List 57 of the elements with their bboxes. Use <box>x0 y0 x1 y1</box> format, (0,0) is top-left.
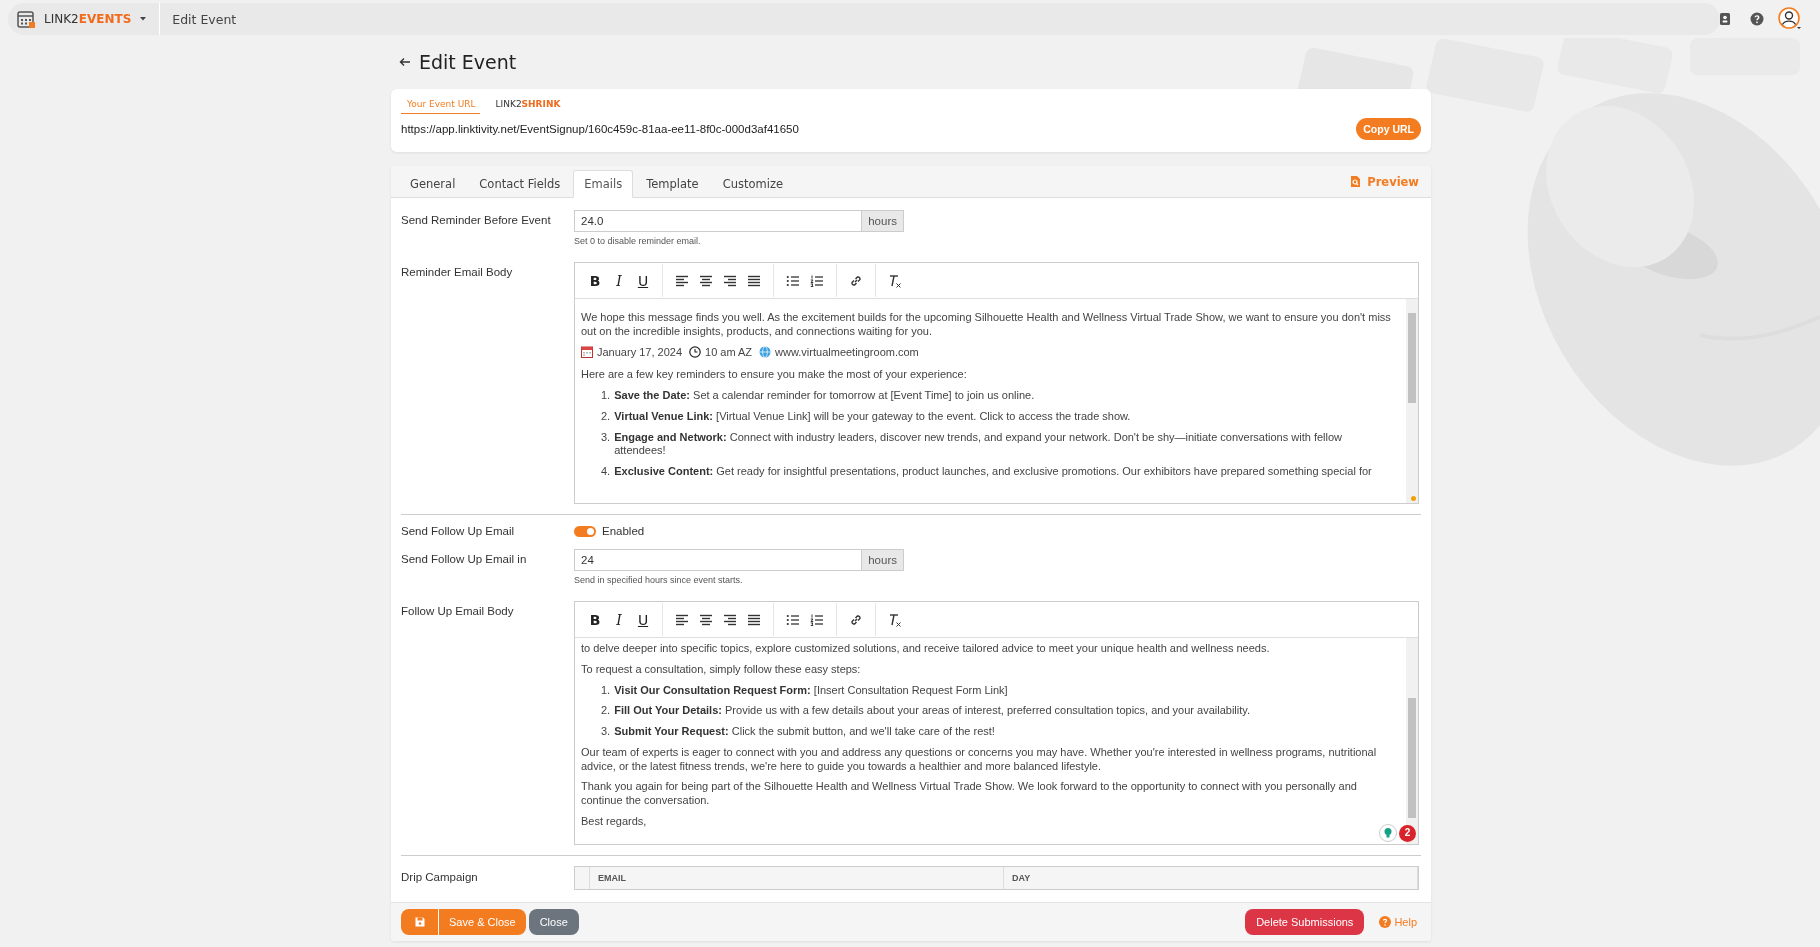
toggle-label: Enabled <box>602 525 645 537</box>
list-item-text: Exclusive Content: Get ready for insightful presentations, product launches, and exclusive promotions. Our exhibitors have prepared something special for <box>614 465 1372 479</box>
hours-field[interactable]: 24.0 <box>574 210 862 232</box>
field-label: Drip Campaign <box>401 870 479 885</box>
list-item-text: Save the Date: Set a calendar reminder for tomorrow at [Event Time] to join us online. <box>614 389 1035 403</box>
field-label: Send Follow Up Email <box>401 525 516 537</box>
list-number: 1. <box>601 683 611 698</box>
event-time: 10 am AZ <box>705 345 753 360</box>
tab[interactable]: Contact Fields <box>468 170 572 198</box>
event-url: https://app.linktivity.net/EventSignup/160c459c-81aa-ee11-8f0c-000d3af41650 <box>401 123 800 135</box>
hours-field[interactable]: 24 <box>574 549 862 571</box>
list-number: 3. <box>601 430 611 445</box>
delete-submissions-button[interactable]: Delete Submissions <box>1245 909 1365 935</box>
tab[interactable]: General <box>399 170 467 198</box>
unit-label: hours <box>861 210 904 232</box>
event-date: January 17, 2024 <box>597 345 682 360</box>
italic-button[interactable]: I <box>607 272 631 289</box>
page-title: Edit Event <box>419 51 517 73</box>
list-item-text: Submit Your Request: Click the submit button, and we'll take care of the rest! <box>614 725 995 739</box>
event-website: www.virtualmeetingroom.com <box>775 345 919 360</box>
bold-button[interactable]: B <box>583 272 607 289</box>
unit-label: hours <box>861 549 904 571</box>
paragraph: Our team of experts is eager to connect with you and address any questions or concerns you may have. Whether you're interested in wellness programs, nutritional advice, or the latest fitness trends, we're here to guide you towards a healthier and more balanced lifestyle. <box>581 745 1378 774</box>
breadcrumb: Edit Event <box>172 11 237 27</box>
paragraph: We hope this message finds you well. As the excitement builds for the upcoming Silhouette Health and Wellness Virtual Trade Show, we want to ensure you don't miss out on the incredible insights, products, and connections waiting for you. <box>581 311 1392 339</box>
field-label: Send Reminder Before Event <box>401 213 552 228</box>
column-header: DAY <box>1004 867 1418 889</box>
field-label: Follow Up Email Body <box>401 604 515 619</box>
tab[interactable]: Emails <box>573 170 634 198</box>
list-number: 1. <box>601 389 611 403</box>
list-number: 4. <box>601 465 611 479</box>
list-item-text: Engage and Network: Connect with industry leaders, discover new trends, and expand your network. Don't be shy—initiate conversations with fellow attendees! <box>614 430 1343 458</box>
tab[interactable]: Template <box>635 170 710 198</box>
app-logo[interactable]: LINK2EVENTS <box>44 12 132 26</box>
paragraph: Thank you again for being part of the Silhouette Health and Wellness Virtual Trade Show. We look forward to the opportunity to connect with you personally and continue the conversation. <box>581 780 1358 808</box>
tab[interactable]: Customize <box>711 170 795 198</box>
paragraph: To request a consultation, simply follow these easy steps: <box>581 662 862 677</box>
underline-button[interactable]: U <box>631 272 655 289</box>
close-button[interactable]: Close <box>528 909 579 935</box>
list-number: 2. <box>601 704 611 718</box>
underline-button[interactable]: U <box>631 611 655 628</box>
list-item-text: Virtual Venue Link: [Virtual Venue Link] will be your gateway to the event. Click to access the trade show. <box>614 409 1131 424</box>
hint-text: Set 0 to disable reminder email. <box>574 236 702 246</box>
column-header: EMAIL <box>590 867 1004 889</box>
paragraph: Here are a few key reminders to ensure you make the most of your experience: <box>581 368 968 382</box>
list-number: 2. <box>601 409 611 424</box>
url-tab[interactable]: LINK2SHRINK <box>489 97 565 114</box>
paragraph: to delve deeper into specific topics, explore customized solutions, and receive tailored advice to meet your unique health and wellness needs. <box>581 642 1271 656</box>
field-label: Reminder Email Body <box>401 265 514 280</box>
bold-button[interactable]: B <box>583 611 607 628</box>
italic-button[interactable]: I <box>607 611 631 628</box>
list-number: 3. <box>601 725 611 739</box>
hint-text: Send in specified hours since event starts. <box>574 575 744 585</box>
list-item-text: Fill Out Your Details: Provide us with a few details about your areas of interest, preferred consultation topics, and your availability. <box>614 704 1251 718</box>
paragraph: Best regards, <box>581 814 648 829</box>
field-label: Send Follow Up Email in <box>401 552 528 567</box>
list-item-text: Visit Our Consultation Request Form: [Insert Consultation Request Form Link] <box>614 683 1008 698</box>
